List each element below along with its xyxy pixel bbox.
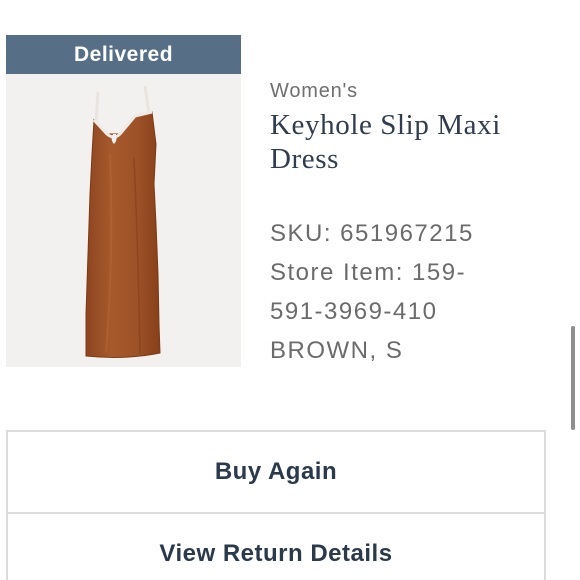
- dress-image-icon: [85, 85, 161, 358]
- view-return-details-button[interactable]: View Return Details: [8, 512, 544, 580]
- variant-text: BROWN, S: [270, 337, 404, 364]
- product-info: Women's Keyhole Slip Maxi Dress SKU: 651…: [270, 78, 570, 370]
- store-item-text: Store Item: 159-591-3969-410: [270, 259, 467, 325]
- product-image[interactable]: [6, 74, 241, 367]
- status-label: Delivered: [73, 42, 174, 66]
- delivered-status-badge: Delivered: [6, 35, 241, 74]
- order-actions: Buy Again View Return Details: [6, 430, 546, 580]
- buy-again-button[interactable]: Buy Again: [8, 432, 544, 512]
- product-category: Women's: [270, 80, 358, 102]
- sku-text: SKU: 651967215: [270, 220, 474, 247]
- order-item-page: Delivered Women's Keyhole Slip Maxi Dres…: [0, 0, 580, 580]
- scrollbar[interactable]: [571, 326, 575, 430]
- product-details: SKU: 651967215 Store Item: 159-591-3969-…: [270, 214, 500, 370]
- product-name[interactable]: Keyhole Slip Maxi Dress: [270, 108, 540, 176]
